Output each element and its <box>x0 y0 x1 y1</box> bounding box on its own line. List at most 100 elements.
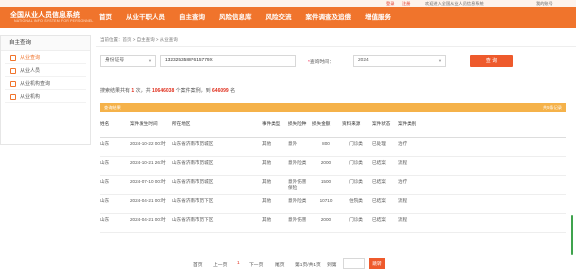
column-header: 案件类别 <box>398 121 417 126</box>
table-cell: 门诊类 <box>349 179 363 184</box>
table-cell: 意外险类 <box>288 198 307 203</box>
nav-item-risk-db[interactable]: 风险信息库 <box>212 7 259 28</box>
top-utility-bar: 登录 注册 欢迎进入全国从业人员信息系统 我的账号 <box>0 0 576 7</box>
table-row[interactable]: 山东 2024-04-21 00:时 山东省济南市历下区 其他 意外险类 107… <box>100 195 566 214</box>
id-type-value: 身份证号 <box>105 58 125 63</box>
table-cell: 其他 <box>262 160 272 165</box>
prev-page-link[interactable]: 上一页 <box>213 261 227 268</box>
sidebar-title: 自主查询 <box>1 36 90 51</box>
table-row[interactable]: 山东 2024-10-22 00:时 山东省济南市历城区 其他 意外 800 门… <box>100 138 566 157</box>
case-count: 10646038 <box>151 88 175 94</box>
query-count: 1 <box>131 88 135 94</box>
sidebar-item-institution[interactable]: 从业机构 <box>5 91 86 103</box>
table-cell: 意外险类 <box>288 160 307 165</box>
table-cell: 已结案 <box>372 160 386 165</box>
chevron-down-icon: ▼ <box>148 58 152 63</box>
sidebar-item-practice-query[interactable]: 从业查询 <box>5 52 86 64</box>
table-cell: 意外 <box>288 141 298 146</box>
table-cell: 2024-04-21 00:时 <box>130 217 166 222</box>
table-cell: 已结案 <box>372 198 386 203</box>
table-cell: 2024-10-22 00:时 <box>130 141 166 146</box>
table-cell: 门诊类 <box>349 141 363 146</box>
table-cell: 门诊类 <box>349 160 363 165</box>
people-count: 646099 <box>212 88 229 94</box>
table-cell: 其他 <box>262 179 272 184</box>
table-cell: 其他 <box>262 141 272 146</box>
year-value: 2024 <box>358 58 369 63</box>
breadcrumb: 当前位置：首页 > 自主查询 > 从业查询 <box>100 37 178 42</box>
table-cell: 山东省济南市历下区 <box>172 198 214 203</box>
table-cell: 2024-04-21 00:时 <box>130 198 166 203</box>
table-cell: 山东省济南市历城区 <box>172 179 214 184</box>
table-row[interactable]: 山东 2024-07-10 00:时 山东省济南市历城区 其他 意外伤害保险 1… <box>100 176 566 195</box>
query-button[interactable]: 查 询 <box>470 55 513 67</box>
nav-item-value-added[interactable]: 增值服务 <box>358 7 398 28</box>
last-page-link[interactable]: 尾页 <box>275 261 285 268</box>
id-number-input[interactable]: 1323253588*615779X <box>160 55 296 67</box>
jump-button[interactable]: 跳转 <box>369 258 385 269</box>
nav-item-risk-exchange[interactable]: 风险交流 <box>259 7 299 28</box>
table-cell: 10710 <box>319 198 333 203</box>
nav-item-personnel[interactable]: 从业干职人员 <box>119 7 172 28</box>
results-header-bar: 查询结果 共5条记录 <box>100 103 566 112</box>
scrollbar[interactable] <box>571 215 573 255</box>
table-cell: 800 <box>322 141 330 146</box>
site-header: 全国从业人员信息系统 NATIONAL INFO SYSTEM FOR PERS… <box>0 7 576 28</box>
nav-item-home[interactable]: 首页 <box>92 7 119 28</box>
column-header: 损失金额 <box>312 121 331 126</box>
building-icon <box>10 81 16 87</box>
chevron-down-icon: ▼ <box>438 58 442 63</box>
table-row[interactable]: 山东 2024-10-21 26:时 山东省济南市历城区 其他 意外险类 200… <box>100 157 566 176</box>
id-type-select[interactable]: 身份证号 ▼ <box>100 55 156 67</box>
table-cell: 流程 <box>398 198 408 203</box>
results-label: 查询结果 <box>104 105 121 110</box>
nav-item-case-investigation[interactable]: 案件调查及追偿 <box>299 7 359 28</box>
page-number-input[interactable] <box>343 258 365 269</box>
table-cell: 2000 <box>320 217 332 222</box>
nav-item-self-query[interactable]: 自主查询 <box>172 7 212 28</box>
site-subtitle: NATIONAL INFO SYSTEM FOR PERSONNEL <box>14 19 94 23</box>
search-form: 身份证号 ▼ 1323253588*615779X *查询时间： 2024 ▼ … <box>100 55 576 68</box>
table-cell: 山东省济南市历城区 <box>172 141 214 146</box>
year-select[interactable]: 2024 ▼ <box>353 55 446 67</box>
table-cell: 意外伤害保险 <box>288 179 307 190</box>
user-icon <box>10 68 16 74</box>
sidebar-item-institution-query[interactable]: 从业机构查询 <box>5 78 86 90</box>
column-header: 事件类型 <box>262 121 281 126</box>
table-cell: 流程 <box>398 217 408 222</box>
search-stats: 搜索结果共有 1 次，共 10646038 个案件案例，到 646099 名 <box>100 88 236 94</box>
pagination: 首页 上一页 1 下一页 尾页 第1页/共1页 到第 跳转 <box>193 258 433 270</box>
query-time-label: *查询时间： <box>308 60 334 65</box>
table-cell: 治疗 <box>398 141 408 146</box>
table-cell: 其他 <box>262 217 272 222</box>
table-row[interactable]: 山东 2024-04-21 00:时 山东省济南市历下区 其他 意外伤害 200… <box>100 214 566 233</box>
column-header: 所在地区 <box>172 121 191 126</box>
table-cell: 流程 <box>398 160 408 165</box>
table-cell: 已结案 <box>372 217 386 222</box>
goto-label: 到第 <box>327 263 337 268</box>
table-cell: 已处理 <box>372 141 386 146</box>
sidebar-item-personnel[interactable]: 从业人员 <box>5 65 86 77</box>
table-header: 姓名 案件发生时间 所在地区 事件类型 损失险种 损失金额 资料来源 案件状态 … <box>100 118 566 138</box>
document-icon <box>10 55 16 61</box>
column-header: 资料来源 <box>342 121 361 126</box>
table-cell: 山东 <box>100 179 110 184</box>
folder-icon <box>10 94 16 100</box>
results-table: 姓名 案件发生时间 所在地区 事件类型 损失险种 损失金额 资料来源 案件状态 … <box>100 118 566 233</box>
sidebar: 自主查询 从业查询 从业人员 从业机构查询 从业机构 <box>0 35 91 145</box>
table-cell: 治疗 <box>398 179 408 184</box>
table-cell: 山东省济南市历城区 <box>172 160 214 165</box>
table-cell: 住院类 <box>349 198 363 203</box>
first-page-link[interactable]: 首页 <box>193 261 203 268</box>
results-count: 共5条记录 <box>542 105 562 110</box>
table-cell: 2024-10-21 26:时 <box>130 160 166 165</box>
next-page-link[interactable]: 下一页 <box>249 261 263 268</box>
table-cell: 山东 <box>100 160 110 165</box>
table-cell: 2024-07-10 00:时 <box>130 179 166 184</box>
column-header: 姓名 <box>100 121 110 126</box>
column-header: 案件发生时间 <box>130 121 158 126</box>
sidebar-item-label: 从业查询 <box>20 55 41 61</box>
table-cell: 门诊类 <box>349 217 363 222</box>
column-header: 案件状态 <box>372 121 391 126</box>
table-cell: 意外伤害 <box>288 217 307 222</box>
